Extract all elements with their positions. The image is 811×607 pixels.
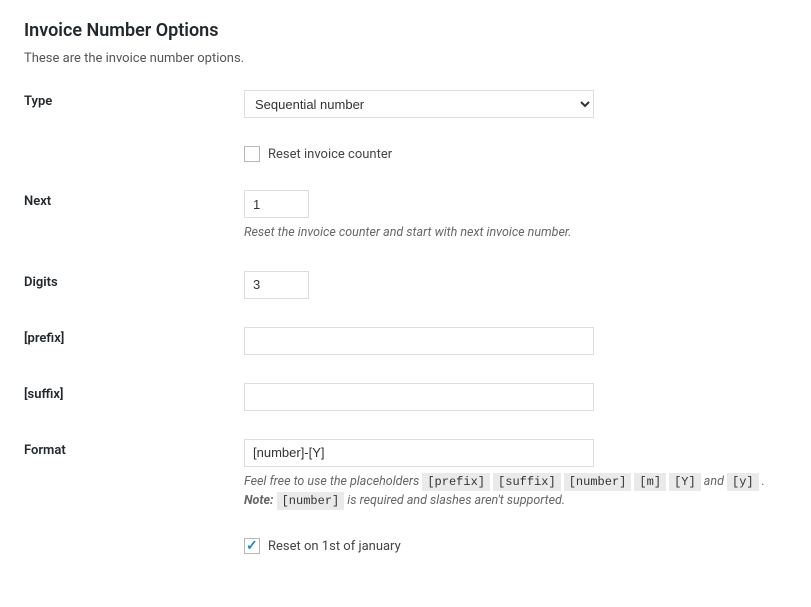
format-hint: Feel free to use the placeholders [prefi… xyxy=(244,473,787,511)
row-suffix: [suffix] xyxy=(24,383,787,411)
reset-counter-checkbox[interactable] xyxy=(244,146,260,162)
row-reset-jan: Reset on 1st of january xyxy=(24,538,787,554)
prefix-input[interactable] xyxy=(244,327,594,355)
label-empty-reset xyxy=(24,146,244,150)
row-digits: Digits xyxy=(24,271,787,299)
placeholder-m: [m] xyxy=(634,473,666,491)
label-suffix: [suffix] xyxy=(24,383,244,402)
label-prefix: [prefix] xyxy=(24,327,244,346)
reset-counter-wrap[interactable]: Reset invoice counter xyxy=(244,146,787,162)
format-note-label: Note: xyxy=(244,493,274,508)
format-input[interactable] xyxy=(244,439,594,467)
reset-jan-label: Reset on 1st of january xyxy=(268,539,401,554)
reset-jan-checkbox[interactable] xyxy=(244,538,260,554)
placeholder-prefix: [prefix] xyxy=(422,473,490,491)
row-reset-counter: Reset invoice counter xyxy=(24,146,787,162)
type-select[interactable]: Sequential number xyxy=(244,90,594,118)
format-note-code: [number] xyxy=(277,492,345,510)
reset-jan-wrap[interactable]: Reset on 1st of january xyxy=(244,538,787,554)
label-empty-jan xyxy=(24,538,244,542)
row-prefix: [prefix] xyxy=(24,327,787,355)
digits-input[interactable] xyxy=(244,271,309,299)
placeholder-suffix: [suffix] xyxy=(493,473,561,491)
next-input[interactable] xyxy=(244,190,309,218)
label-format: Format xyxy=(24,439,244,458)
label-digits: Digits xyxy=(24,271,244,290)
row-format: Format Feel free to use the placeholders… xyxy=(24,439,787,511)
placeholder-y-upper: [Y] xyxy=(669,473,701,491)
placeholder-number: [number] xyxy=(564,473,632,491)
label-next: Next xyxy=(24,190,244,209)
row-type: Type Sequential number xyxy=(24,90,787,118)
placeholder-y-lower: [y] xyxy=(727,473,759,491)
section-description: These are the invoice number options. xyxy=(24,51,787,66)
row-next: Next Reset the invoice counter and start… xyxy=(24,190,787,243)
reset-counter-label: Reset invoice counter xyxy=(268,147,392,162)
section-title: Invoice Number Options xyxy=(24,20,787,41)
label-type: Type xyxy=(24,90,244,109)
suffix-input[interactable] xyxy=(244,383,594,411)
next-hint: Reset the invoice counter and start with… xyxy=(244,224,787,243)
